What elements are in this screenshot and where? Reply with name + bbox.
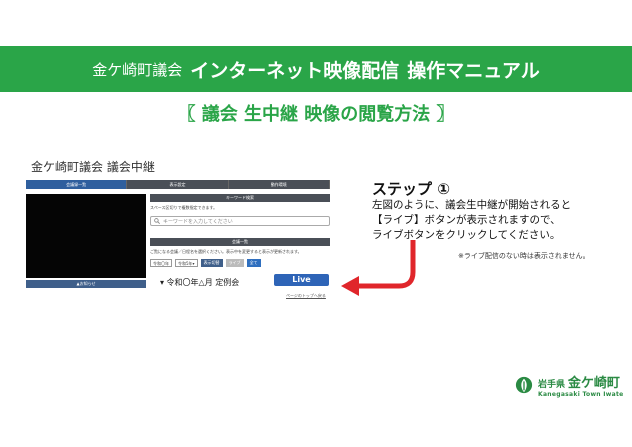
kind-select[interactable]: 令和5年▾ <box>175 259 198 267</box>
notice-bar[interactable]: ▲お知らせ <box>26 280 146 288</box>
nav-item-display[interactable]: 表示設定 <box>127 180 229 189</box>
meeting-filter: 令和〇年 令和5年▾ 表示切替 ライブ 全て <box>150 259 330 267</box>
page-subtitle: 〖 議会 生中継 映像の閲覧方法 〗 <box>177 104 455 125</box>
banner-title: インターネット映像配信 <box>190 59 400 82</box>
meeting-list-hint: ご覧になる会議／日程名を選択ください。表示中を変更すると表示が更新されます。 <box>150 249 302 254</box>
nav-item-minutes[interactable]: 会議録一覧 <box>26 180 128 189</box>
video-player[interactable] <box>26 194 146 278</box>
search-icon <box>154 218 160 224</box>
site-nav: 会議録一覧 表示設定 動作環境 <box>26 180 330 189</box>
meeting-list-header: 会議一覧 <box>150 238 330 246</box>
logo-prefecture: 岩手県 <box>538 380 566 390</box>
logo-romaji: Kanegasaki Town Iwate <box>538 391 624 398</box>
site-title: 金ケ崎町議会 議会中継 <box>31 160 155 174</box>
banner-suffix: 操作マニュアル <box>407 59 540 82</box>
town-logo: 岩手県 金ケ崎町 Kanegasaki Town Iwate <box>515 372 624 398</box>
title-banner: 金ケ崎町議会 インターネット映像配信 操作マニュアル <box>0 46 632 92</box>
step-line-2: 【ライブ】ボタンが表示されますので、 <box>372 214 561 226</box>
search-placeholder: キーワードを入力してください <box>163 218 233 225</box>
pointer-arrow-icon <box>341 240 416 296</box>
back-to-top-link[interactable]: ページのトップへ戻る <box>286 293 326 299</box>
keyword-search-panel: キーワード検索 スペース区切りで複数指定できます。 キーワードを入力してください <box>150 194 330 226</box>
site-screenshot: 金ケ崎町議会 議会中継 会議録一覧 表示設定 動作環境 ▲お知らせ キーワード検… <box>22 150 334 310</box>
step-line-1: 左図のように、議会生中継が開始されると <box>372 199 572 211</box>
step-line-3: ライブボタンをクリックしてください。 <box>372 229 561 241</box>
keyword-search-input[interactable]: キーワードを入力してください <box>150 216 330 226</box>
live-button[interactable]: Live <box>274 274 329 286</box>
tab-live[interactable]: ライブ <box>225 259 244 267</box>
logo-town: 金ケ崎町 <box>567 376 620 391</box>
keyword-search-hint: スペース区切りで複数指定できます。 <box>150 205 218 210</box>
meeting-item[interactable]: ▾ 令和〇年△月 定例会 <box>160 277 239 288</box>
town-emblem-icon <box>515 376 533 394</box>
banner-prefix: 金ケ崎町議会 <box>92 60 183 79</box>
step-title: ステップ ① <box>372 180 450 198</box>
keyword-search-header: キーワード検索 <box>150 194 330 202</box>
meeting-list-panel: 会議一覧 ご覧になる会議／日程名を選択ください。表示中を変更すると表示が更新され… <box>150 238 330 267</box>
step-note: ※ライブ配信のない時は表示されません。 <box>458 252 590 260</box>
nav-item-environment[interactable]: 動作環境 <box>229 180 330 189</box>
display-switch-button[interactable]: 表示切替 <box>200 259 223 267</box>
step-description: 左図のように、議会生中継が開始されると 【ライブ】ボタンが表示されますので、 ラ… <box>372 198 571 243</box>
year-select[interactable]: 令和〇年 <box>150 259 172 267</box>
tab-all[interactable]: 全て <box>246 259 261 267</box>
